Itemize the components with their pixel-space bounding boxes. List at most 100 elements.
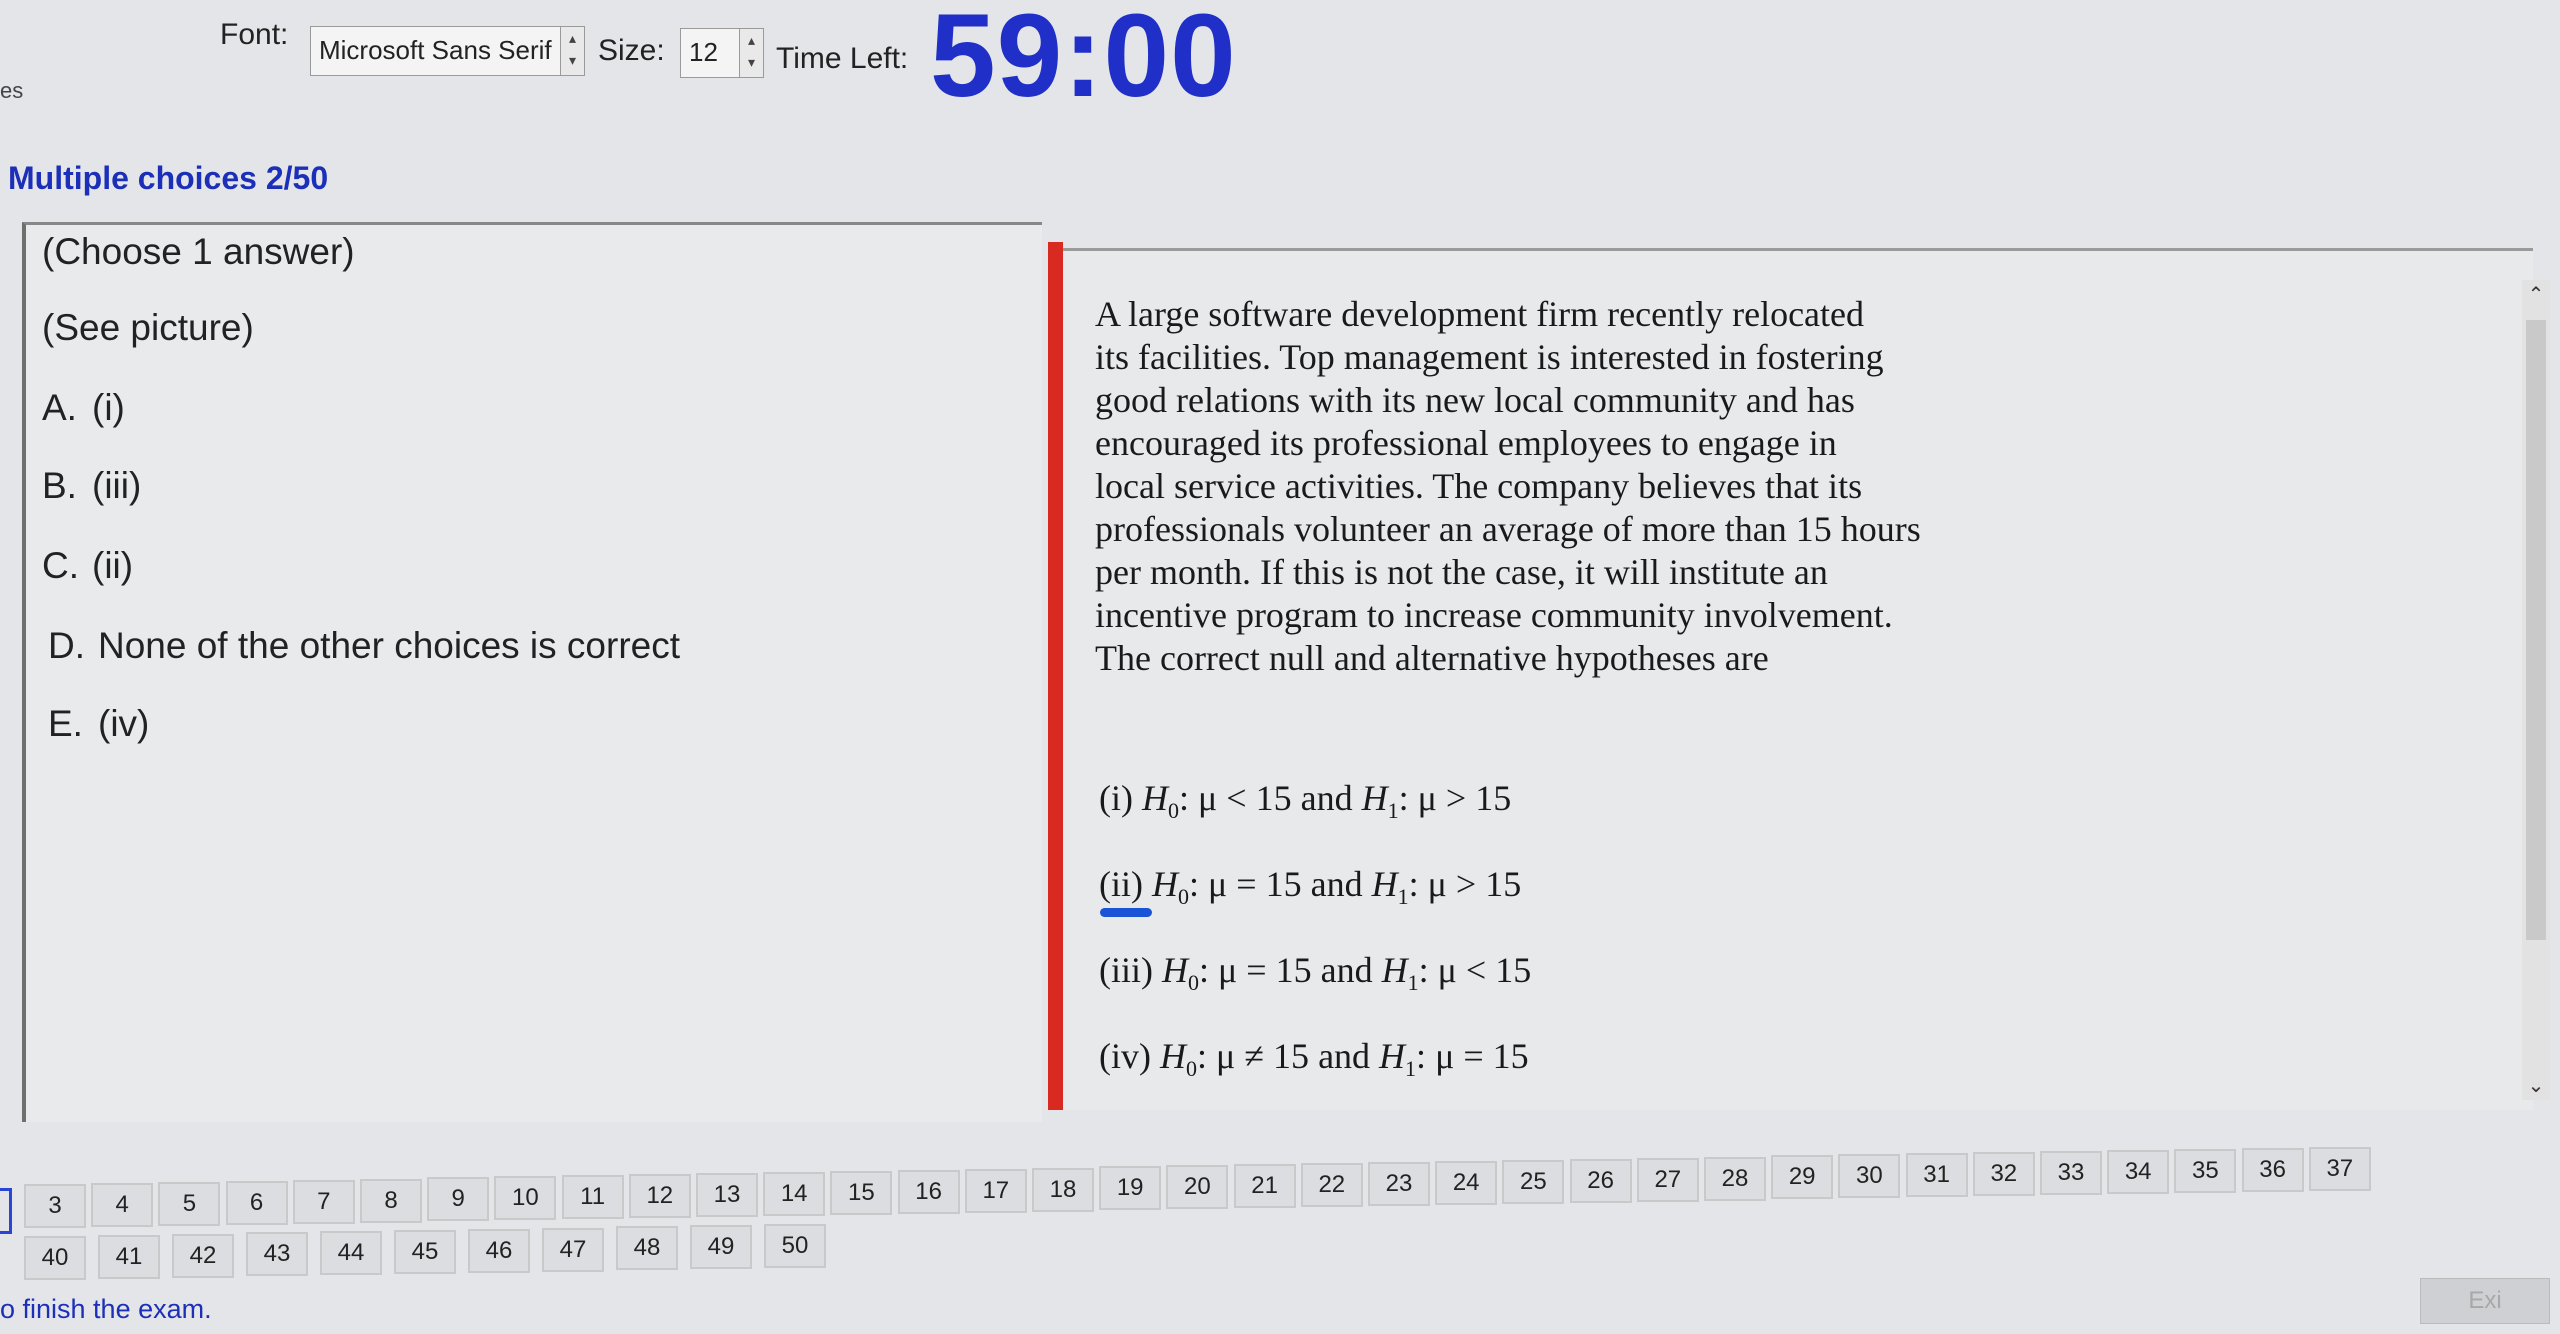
alt-relation: μ = 15 xyxy=(1435,1036,1529,1076)
choice-text: (iv) xyxy=(98,703,150,744)
question-nav-button-41[interactable]: 41 xyxy=(98,1234,160,1279)
question-line: good relations with its new local commun… xyxy=(1095,380,1855,420)
question-nav-button-27[interactable]: 27 xyxy=(1636,1157,1699,1202)
font-spin-icon[interactable]: ▴ ▾ xyxy=(560,27,584,75)
h-letter: H xyxy=(1379,1036,1406,1076)
answer-panel: (Choose 1 answer) (See picture) A. (i) B.… xyxy=(22,222,1042,1122)
question-nav-button-28[interactable]: 28 xyxy=(1704,1156,1766,1201)
font-select[interactable]: Microsoft Sans Serif ▴ ▾ xyxy=(310,26,585,76)
alt-relation: μ > 15 xyxy=(1417,778,1512,818)
question-nav-button-6[interactable]: 6 xyxy=(225,1180,288,1225)
question-nav-button-16[interactable]: 16 xyxy=(897,1169,960,1214)
choice-e[interactable]: E. (iv) xyxy=(48,703,149,745)
question-nav-button-13[interactable]: 13 xyxy=(696,1173,758,1217)
question-nav-button-22[interactable]: 22 xyxy=(1300,1163,1363,1208)
question-nav-button-40[interactable]: 40 xyxy=(24,1236,86,1280)
size-label: Size: xyxy=(598,34,665,67)
size-spin-icon[interactable]: ▴ ▾ xyxy=(739,29,763,77)
null-relation: μ < 15 xyxy=(1198,778,1292,818)
h-subscript: 1 xyxy=(1397,884,1409,910)
size-select[interactable]: 12 ▴ ▾ xyxy=(680,28,764,78)
question-nav-button-44[interactable]: 44 xyxy=(320,1231,382,1276)
hypothesis-iv: (iv) H0: μ ≠ 15 and H1: μ = 15 xyxy=(1099,1036,1529,1082)
question-nav-button-5[interactable]: 5 xyxy=(158,1181,221,1226)
question-nav-button-24[interactable]: 24 xyxy=(1435,1160,1498,1205)
question-nav-button-36[interactable]: 36 xyxy=(2241,1147,2304,1192)
h-letter: H xyxy=(1151,864,1178,904)
question-nav-button-31[interactable]: 31 xyxy=(1905,1153,1968,1198)
question-nav-button-23[interactable]: 23 xyxy=(1368,1162,1430,1206)
cut-off-label: es xyxy=(0,78,24,103)
choice-c[interactable]: C. (ii) xyxy=(42,545,133,587)
time-left-label: Time Left: xyxy=(776,42,909,75)
question-nav-button-45[interactable]: 45 xyxy=(394,1230,456,1274)
size-select-value: 12 xyxy=(689,37,718,67)
choice-d[interactable]: D. None of the other choices is correct xyxy=(48,625,680,667)
null-relation: μ = 15 xyxy=(1208,864,1302,904)
pen-underline-mark xyxy=(1100,908,1152,917)
h-subscript: 0 xyxy=(1185,1056,1197,1082)
question-line: incentive program to increase community … xyxy=(1095,595,1893,635)
question-nav-button-35[interactable]: 35 xyxy=(2174,1148,2237,1193)
question-nav-button-26[interactable]: 26 xyxy=(1569,1158,1632,1203)
question-nav-button-4[interactable]: 4 xyxy=(91,1182,154,1227)
scroll-thumb[interactable] xyxy=(2526,320,2546,940)
h-subscript: 1 xyxy=(1405,1056,1417,1082)
hypothesis-number: (iii) xyxy=(1099,950,1153,990)
panel-divider[interactable] xyxy=(1048,242,1063,1110)
question-nav-button-12[interactable]: 12 xyxy=(628,1174,691,1219)
question-nav-button-20[interactable]: 20 xyxy=(1166,1165,1229,1210)
font-label: Font: xyxy=(220,18,289,51)
question-line: its facilities. Top management is intere… xyxy=(1095,337,1884,377)
hypothesis-i: (i) H0: μ < 15 and H1: μ > 15 xyxy=(1099,778,1512,824)
question-nav-button-10[interactable]: 10 xyxy=(494,1176,557,1221)
question-nav-button-33[interactable]: 33 xyxy=(2040,1151,2102,1195)
question-nav-button-48[interactable]: 48 xyxy=(616,1226,678,1271)
question-nav-button-37[interactable]: 37 xyxy=(2308,1146,2371,1191)
question-nav-button-15[interactable]: 15 xyxy=(830,1170,893,1215)
scroll-up-icon[interactable]: ⌃ xyxy=(2522,282,2550,307)
h-letter: H xyxy=(1159,1036,1186,1076)
question-nav-button-21[interactable]: 21 xyxy=(1233,1164,1296,1209)
question-nav-button-32[interactable]: 32 xyxy=(1972,1152,2035,1197)
choice-b[interactable]: B. (iii) xyxy=(42,465,141,507)
question-nav-button-47[interactable]: 47 xyxy=(542,1227,604,1272)
exit-button[interactable]: Exi xyxy=(2420,1278,2550,1324)
h-letter: H xyxy=(1361,778,1388,818)
vertical-scrollbar[interactable]: ⌃ ⌄ xyxy=(2522,280,2550,1100)
question-nav-button-42[interactable]: 42 xyxy=(172,1233,234,1278)
choice-letter: D. xyxy=(48,625,85,666)
question-nav-button-43[interactable]: 43 xyxy=(246,1232,308,1277)
countdown-timer: 59:00 xyxy=(930,0,1237,122)
question-line: local service activities. The company be… xyxy=(1095,466,1863,506)
question-nav-button-49[interactable]: 49 xyxy=(690,1225,752,1270)
question-nav-button-11[interactable]: 11 xyxy=(561,1175,624,1220)
question-nav-button-30[interactable]: 30 xyxy=(1838,1154,1901,1199)
question-nav-button-50[interactable]: 50 xyxy=(764,1224,826,1268)
question-nav-row-1: 3 4 5 6 7 8 9 10 11 12 13 14 15 16 17 18 19 20 21 22 23 24 25 2… xyxy=(0,1146,2560,1228)
question-nav-button-29[interactable]: 29 xyxy=(1771,1155,1834,1200)
choice-letter: E. xyxy=(48,703,83,744)
question-line: per month. If this is not the case, it w… xyxy=(1095,552,1828,592)
h-subscript: 0 xyxy=(1187,970,1199,996)
question-nav-button-3[interactable]: 3 xyxy=(24,1184,86,1228)
question-nav-button-14[interactable]: 14 xyxy=(763,1171,826,1216)
question-nav-button-34[interactable]: 34 xyxy=(2107,1149,2170,1194)
question-text: A large software development firm recent… xyxy=(1095,293,1955,680)
h-subscript: 1 xyxy=(1387,798,1399,824)
question-line: encouraged its professional employees to… xyxy=(1095,423,1837,463)
choice-letter: C. xyxy=(42,545,79,586)
question-nav-button-19[interactable]: 19 xyxy=(1099,1166,1162,1211)
question-nav-button-18[interactable]: 18 xyxy=(1032,1167,1094,1212)
question-nav-button-46[interactable]: 46 xyxy=(468,1228,530,1273)
scroll-down-icon[interactable]: ⌄ xyxy=(2522,1073,2550,1098)
instruction-text: (Choose 1 answer) xyxy=(42,231,355,272)
choice-text: (i) xyxy=(92,387,125,428)
question-nav-button-25[interactable]: 25 xyxy=(1502,1159,1565,1204)
question-nav-button-17[interactable]: 17 xyxy=(964,1168,1027,1213)
question-nav-button-8[interactable]: 8 xyxy=(360,1178,422,1223)
question-nav-button-7[interactable]: 7 xyxy=(292,1179,355,1224)
question-nav-button-9[interactable]: 9 xyxy=(427,1177,490,1222)
choice-a[interactable]: A. (i) xyxy=(42,387,125,429)
font-select-value: Microsoft Sans Serif xyxy=(319,35,552,65)
